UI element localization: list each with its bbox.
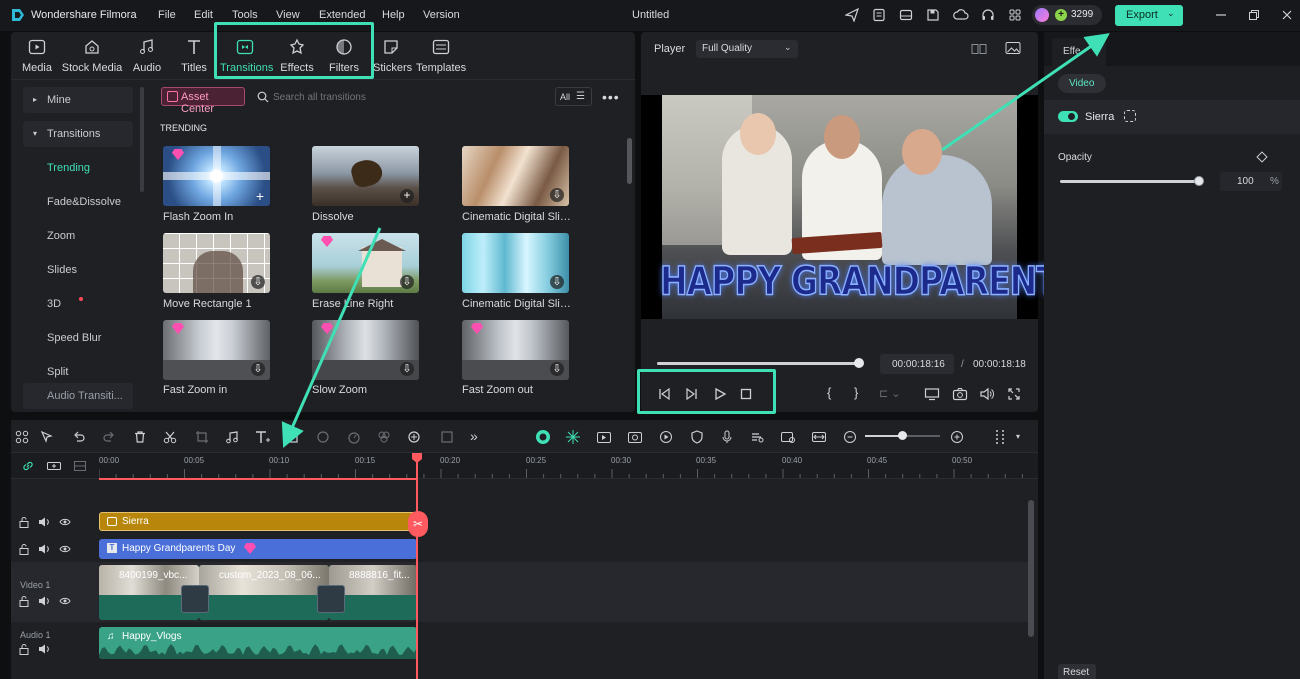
arrow-to-timeline (281, 227, 382, 448)
arrow-to-panel (941, 33, 1110, 152)
tutorial-arrows (281, 33, 1110, 448)
filmora-window: Wondershare Filmora File Edit Tools View… (0, 0, 1300, 679)
